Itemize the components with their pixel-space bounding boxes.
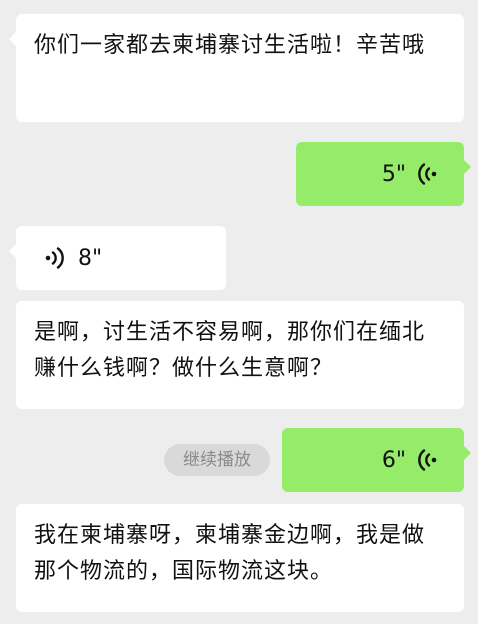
continue-play-button[interactable]: 继续播放 xyxy=(164,444,270,476)
voice-duration: 6" xyxy=(381,447,406,473)
voice-wave-left-icon xyxy=(418,163,437,185)
voice-wave-right-icon xyxy=(45,247,64,269)
outgoing-voice-message[interactable]: 6" xyxy=(282,428,471,492)
voice-duration: 5" xyxy=(381,161,406,187)
voice-wave-left-icon xyxy=(418,449,437,471)
incoming-text-message[interactable]: 是啊，讨生活不容易啊，那你们在缅北赚什么钱啊？做什么生意啊？ xyxy=(16,301,464,409)
incoming-voice-message[interactable]: 8" xyxy=(9,226,226,290)
message-text: 是啊，讨生活不容易啊，那你们在缅北赚什么钱啊？做什么生意啊？ xyxy=(34,320,426,381)
incoming-text-message[interactable]: 你们一家都去柬埔寨讨生活啦！辛苦哦 xyxy=(9,14,464,122)
outgoing-voice-message[interactable]: 5" xyxy=(296,142,471,206)
voice-duration: 8" xyxy=(78,245,103,271)
incoming-text-message[interactable]: 我在柬埔寨呀，柬埔寨金边啊，我是做那个物流的，国际物流这块。 xyxy=(16,504,464,612)
message-text: 你们一家都去柬埔寨讨生活啦！辛苦哦 xyxy=(34,33,426,58)
message-text: 我在柬埔寨呀，柬埔寨金边啊，我是做那个物流的，国际物流这块。 xyxy=(34,523,426,584)
